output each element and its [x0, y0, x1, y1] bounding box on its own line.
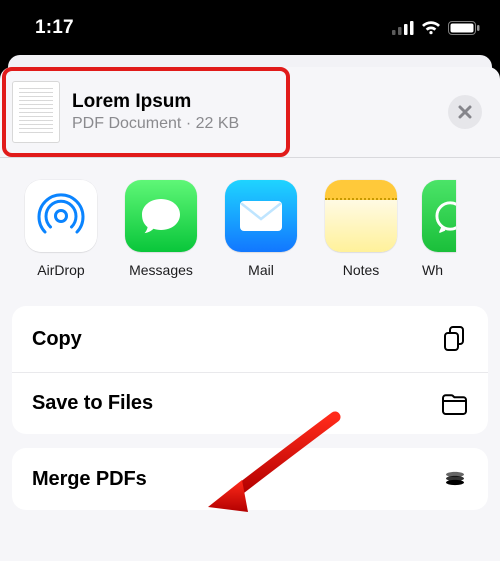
share-airdrop[interactable]: AirDrop [22, 180, 100, 278]
document-header: Lorem Ipsum PDF Document · 22 KB [0, 67, 500, 157]
notes-icon [325, 180, 397, 252]
share-mail-label: Mail [248, 262, 274, 278]
mail-icon [225, 180, 297, 252]
wifi-icon [421, 21, 441, 35]
close-button[interactable] [448, 95, 482, 129]
share-whatsapp-label: Wh [422, 262, 456, 278]
share-airdrop-label: AirDrop [37, 262, 84, 278]
folder-icon [441, 393, 468, 415]
status-time: 1:17 [35, 17, 74, 39]
battery-icon [448, 21, 480, 35]
share-messages-label: Messages [129, 262, 193, 278]
action-merge-pdfs-label: Merge PDFs [32, 468, 147, 491]
airdrop-icon [25, 180, 97, 252]
action-merge-pdfs[interactable]: Merge PDFs [12, 448, 488, 510]
action-save-to-files[interactable]: Save to Files [12, 372, 488, 434]
status-bar: 1:17 [0, 0, 500, 55]
action-copy[interactable]: Copy [12, 306, 488, 372]
action-copy-label: Copy [32, 328, 82, 351]
share-mail[interactable]: Mail [222, 180, 300, 278]
share-messages[interactable]: Messages [122, 180, 200, 278]
actions-list: Copy Save to Files [0, 288, 500, 510]
whatsapp-icon [422, 180, 456, 252]
share-notes[interactable]: Notes [322, 180, 400, 278]
actions-group-2: Merge PDFs [12, 448, 488, 510]
document-meta: Lorem Ipsum PDF Document · 22 KB [72, 90, 436, 134]
share-whatsapp[interactable]: Wh [422, 180, 456, 278]
share-notes-label: Notes [343, 262, 380, 278]
document-title: Lorem Ipsum [72, 90, 436, 114]
stack-icon [442, 467, 468, 491]
share-app-row[interactable]: AirDrop Messages Mail Notes [0, 158, 500, 288]
copy-icon [442, 325, 468, 353]
messages-icon [125, 180, 197, 252]
status-indicators [392, 21, 480, 35]
close-icon [458, 105, 472, 119]
signal-icon [392, 21, 414, 35]
action-save-to-files-label: Save to Files [32, 392, 153, 415]
document-subtitle: PDF Document · 22 KB [72, 114, 436, 134]
document-thumbnail [12, 81, 60, 143]
share-sheet: Lorem Ipsum PDF Document · 22 KB [0, 67, 500, 561]
actions-group-1: Copy Save to Files [12, 306, 488, 434]
